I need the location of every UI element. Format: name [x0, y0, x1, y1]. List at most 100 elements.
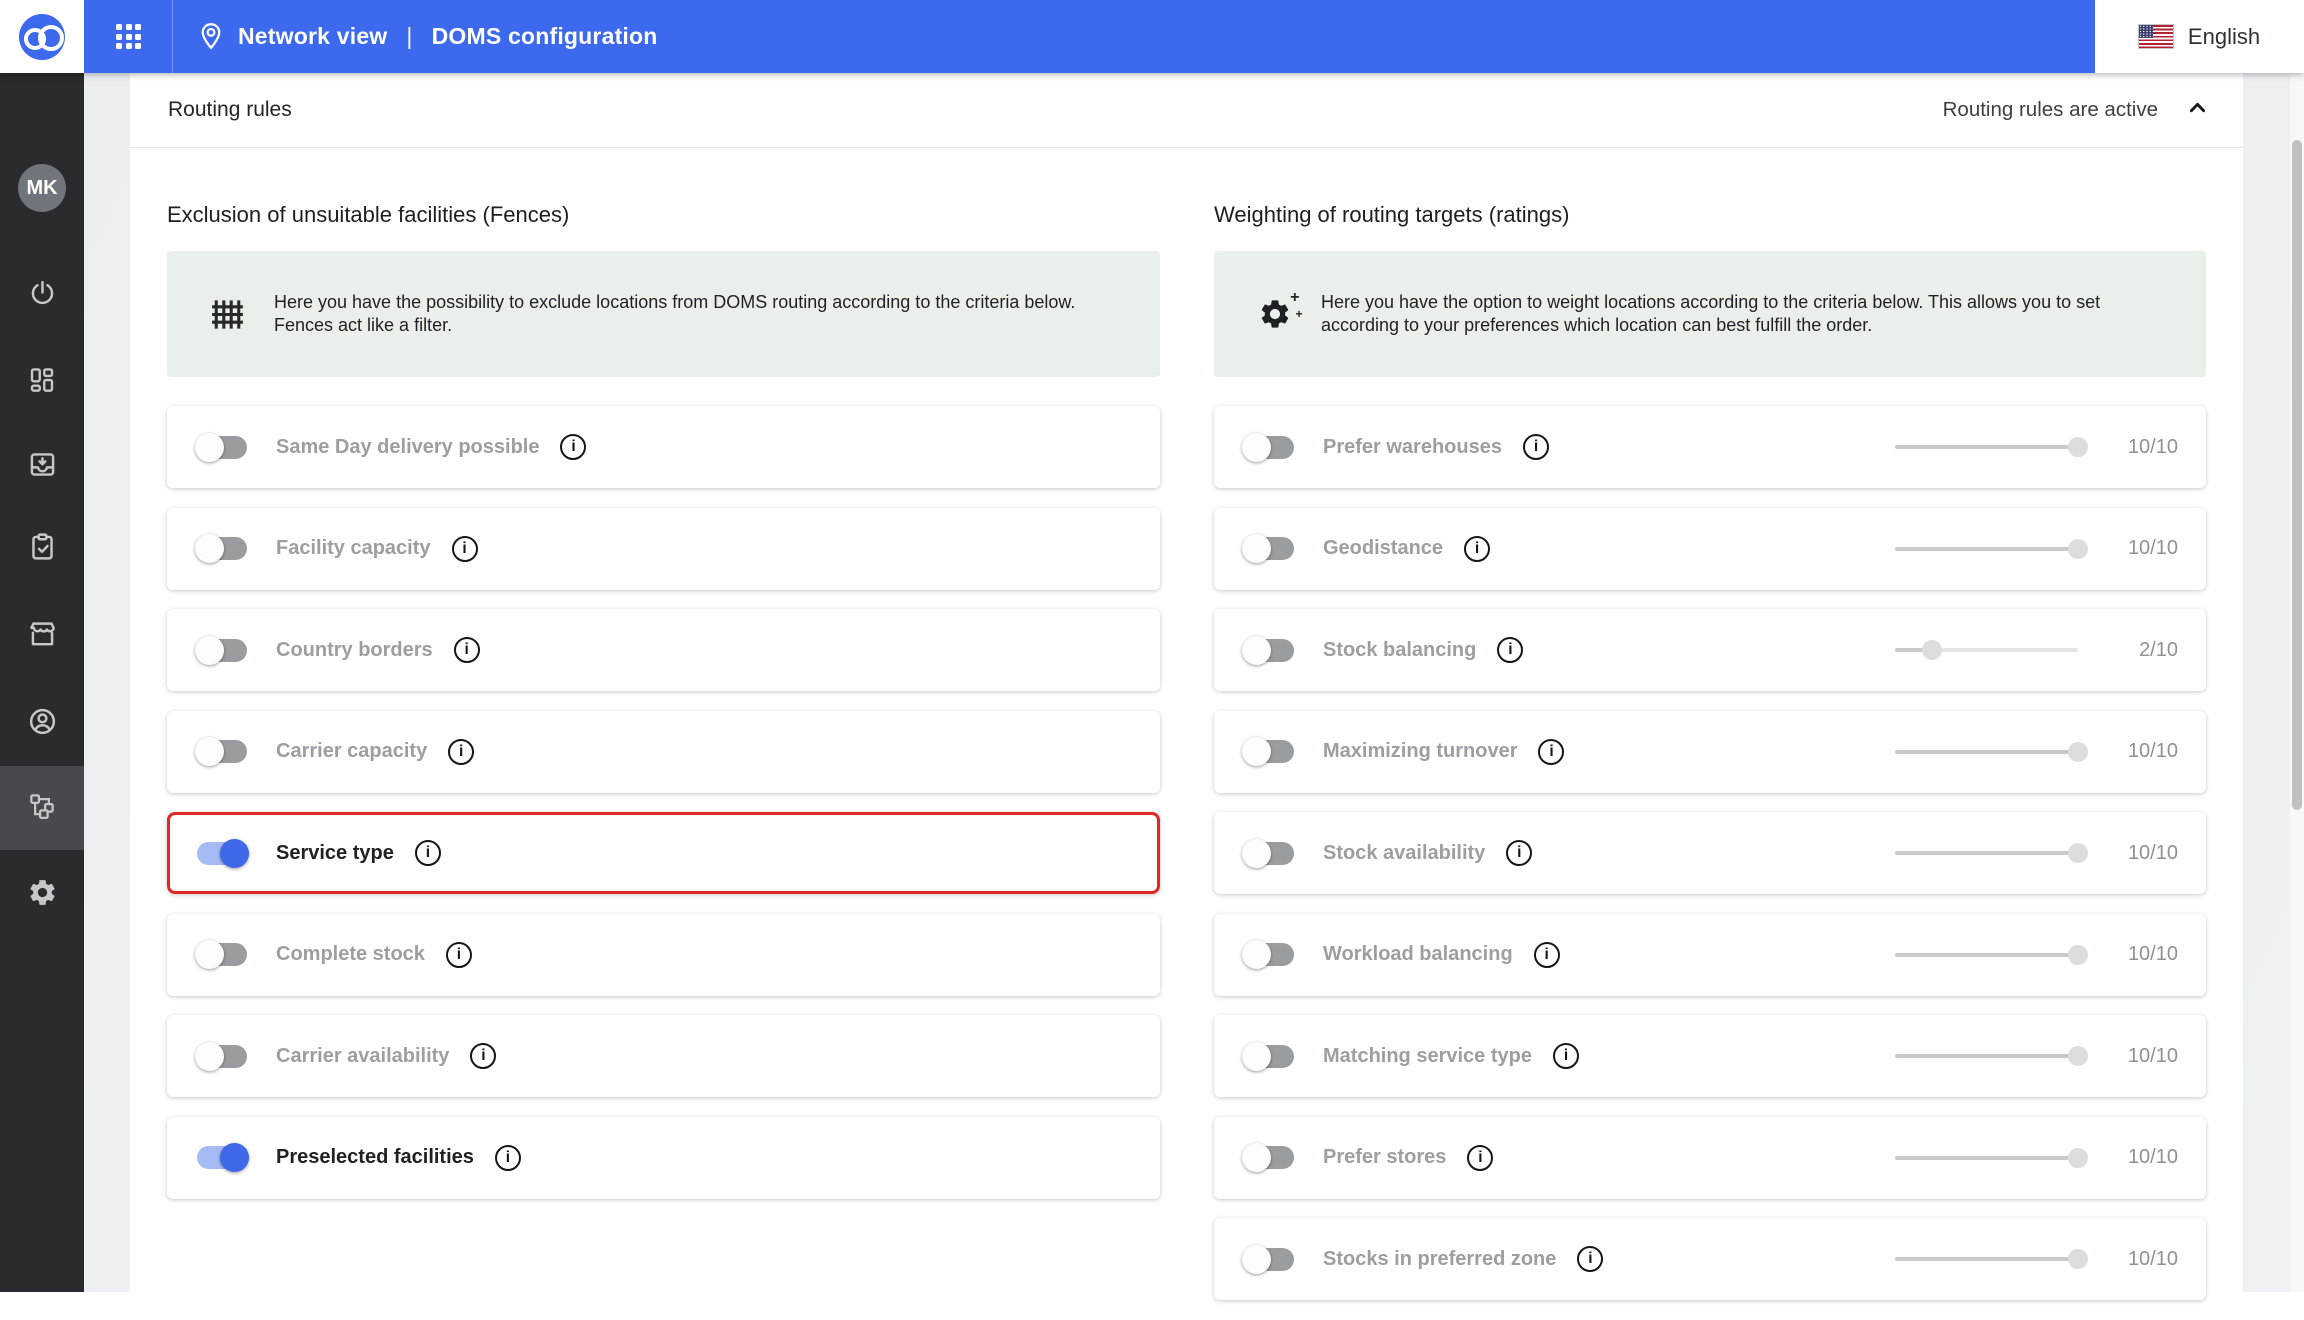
- routing-rules-collapse[interactable]: Routing rules are active: [1943, 94, 2211, 126]
- slider-fill: [1895, 851, 2078, 855]
- prefer-warehouses-slider[interactable]: [1895, 445, 2078, 449]
- toggle-thumb[interactable]: [195, 940, 224, 969]
- location-pin-icon: [196, 21, 226, 56]
- info-icon[interactable]: i: [1553, 1043, 1579, 1069]
- nav-network-view[interactable]: Network view: [238, 23, 387, 50]
- toggle-thumb[interactable]: [220, 1143, 249, 1172]
- stock-availability-slider-group: 10/10: [1895, 842, 2178, 865]
- scrollbar-track[interactable]: [2290, 73, 2304, 1292]
- info-icon[interactable]: i: [448, 739, 474, 765]
- info-icon[interactable]: i: [1467, 1145, 1493, 1171]
- apps-grid-icon[interactable]: [116, 24, 141, 49]
- top-app-bar: Network view | DOMS configuration: [0, 0, 2304, 73]
- stock-availability-toggle[interactable]: [1242, 839, 1296, 868]
- info-icon[interactable]: i: [1523, 434, 1549, 460]
- chevron-up-icon[interactable]: [2184, 94, 2211, 126]
- toggle-thumb[interactable]: [1242, 636, 1271, 665]
- info-icon[interactable]: i: [1464, 536, 1490, 562]
- rating-value: 10/10: [2108, 436, 2178, 459]
- toggle-thumb[interactable]: [1242, 1245, 1271, 1274]
- slider-thumb[interactable]: [2068, 1148, 2088, 1168]
- prefer-warehouses-slider-group: 10/10: [1895, 436, 2178, 459]
- slider-thumb[interactable]: [2068, 1249, 2088, 1269]
- matching-service-type-slider[interactable]: [1895, 1054, 2078, 1058]
- matching-service-type-toggle[interactable]: [1242, 1042, 1296, 1071]
- info-icon[interactable]: i: [1497, 637, 1523, 663]
- toggle-thumb[interactable]: [1242, 1042, 1271, 1071]
- info-icon[interactable]: i: [1534, 942, 1560, 968]
- avatar[interactable]: MK: [18, 164, 66, 212]
- toggle-thumb[interactable]: [195, 534, 224, 563]
- geodistance-slider[interactable]: [1895, 547, 2078, 551]
- info-icon[interactable]: i: [1538, 739, 1564, 765]
- toggle-thumb[interactable]: [220, 839, 249, 868]
- info-icon[interactable]: i: [1577, 1246, 1603, 1272]
- prefer-stores-slider[interactable]: [1895, 1156, 2078, 1160]
- sidebar-item-power[interactable]: [0, 254, 84, 338]
- toggle-thumb[interactable]: [1242, 940, 1271, 969]
- fence-row-service-type: Service typei: [167, 812, 1160, 894]
- info-icon[interactable]: i: [446, 942, 472, 968]
- info-icon[interactable]: i: [1506, 840, 1532, 866]
- toggle-thumb[interactable]: [1242, 433, 1271, 462]
- toggle-thumb[interactable]: [1242, 839, 1271, 868]
- maximizing-turnover-slider[interactable]: [1895, 750, 2078, 754]
- slider-thumb[interactable]: [2068, 1046, 2088, 1066]
- slider-thumb[interactable]: [2068, 539, 2088, 559]
- country-borders-toggle[interactable]: [195, 636, 249, 665]
- account-circle-icon: [27, 706, 58, 742]
- slider-thumb[interactable]: [2068, 945, 2088, 965]
- sidebar-item-account-circle[interactable]: [0, 682, 84, 766]
- sidebar-item-storefront[interactable]: [0, 595, 84, 679]
- complete-stock-toggle[interactable]: [195, 940, 249, 969]
- workload-balancing-toggle[interactable]: [1242, 940, 1296, 969]
- sidebar-item-settings-gear[interactable]: [0, 853, 84, 937]
- slider-thumb[interactable]: [1922, 640, 1942, 660]
- stocks-in-preferred-zone-slider[interactable]: [1895, 1257, 2078, 1261]
- maximizing-turnover-toggle[interactable]: [1242, 737, 1296, 766]
- info-icon[interactable]: i: [495, 1145, 521, 1171]
- sidebar-item-inbox-download[interactable]: [0, 425, 84, 509]
- slider-thumb[interactable]: [2068, 742, 2088, 762]
- preselected-facilities-toggle[interactable]: [195, 1143, 249, 1172]
- toggle-thumb[interactable]: [1242, 737, 1271, 766]
- stock-availability-slider[interactable]: [1895, 851, 2078, 855]
- sidebar-item-network-tree[interactable]: [0, 766, 84, 850]
- nav-doms-configuration[interactable]: DOMS configuration: [432, 23, 658, 50]
- stock-balancing-toggle[interactable]: [1242, 636, 1296, 665]
- brand-rings-logo[interactable]: [19, 14, 65, 60]
- sidebar-item-dashboard[interactable]: [0, 340, 84, 424]
- toggle-thumb[interactable]: [195, 433, 224, 462]
- slider-thumb[interactable]: [2068, 843, 2088, 863]
- facility-capacity-toggle[interactable]: [195, 534, 249, 563]
- carrier-availability-toggle[interactable]: [195, 1042, 249, 1071]
- toggle-thumb[interactable]: [1242, 534, 1271, 563]
- slider-fill: [1895, 750, 2078, 754]
- rating-row-geodistance: Geodistancei10/10: [1214, 508, 2206, 590]
- language-selector[interactable]: English: [2095, 0, 2304, 73]
- info-icon[interactable]: i: [560, 434, 586, 460]
- geodistance-toggle[interactable]: [1242, 534, 1296, 563]
- facility-capacity-label: Facility capacity: [276, 537, 431, 560]
- fences-info-text: Here you have the possibility to exclude…: [274, 291, 1130, 338]
- scrollbar-thumb[interactable]: [2292, 140, 2302, 810]
- service-type-toggle[interactable]: [195, 839, 249, 868]
- toggle-thumb[interactable]: [195, 1042, 224, 1071]
- network-tree-icon: [27, 791, 57, 826]
- info-icon[interactable]: i: [452, 536, 478, 562]
- carrier-capacity-toggle[interactable]: [195, 737, 249, 766]
- same-day-delivery-possible-toggle[interactable]: [195, 433, 249, 462]
- stocks-in-preferred-zone-toggle[interactable]: [1242, 1245, 1296, 1274]
- slider-thumb[interactable]: [2068, 437, 2088, 457]
- toggle-thumb[interactable]: [195, 636, 224, 665]
- info-icon[interactable]: i: [415, 840, 441, 866]
- stock-balancing-slider[interactable]: [1895, 648, 2078, 652]
- sidebar-item-clipboard-check[interactable]: [0, 507, 84, 591]
- toggle-thumb[interactable]: [1242, 1143, 1271, 1172]
- workload-balancing-slider[interactable]: [1895, 953, 2078, 957]
- prefer-warehouses-toggle[interactable]: [1242, 433, 1296, 462]
- info-icon[interactable]: i: [470, 1043, 496, 1069]
- info-icon[interactable]: i: [454, 637, 480, 663]
- prefer-stores-toggle[interactable]: [1242, 1143, 1296, 1172]
- toggle-thumb[interactable]: [195, 737, 224, 766]
